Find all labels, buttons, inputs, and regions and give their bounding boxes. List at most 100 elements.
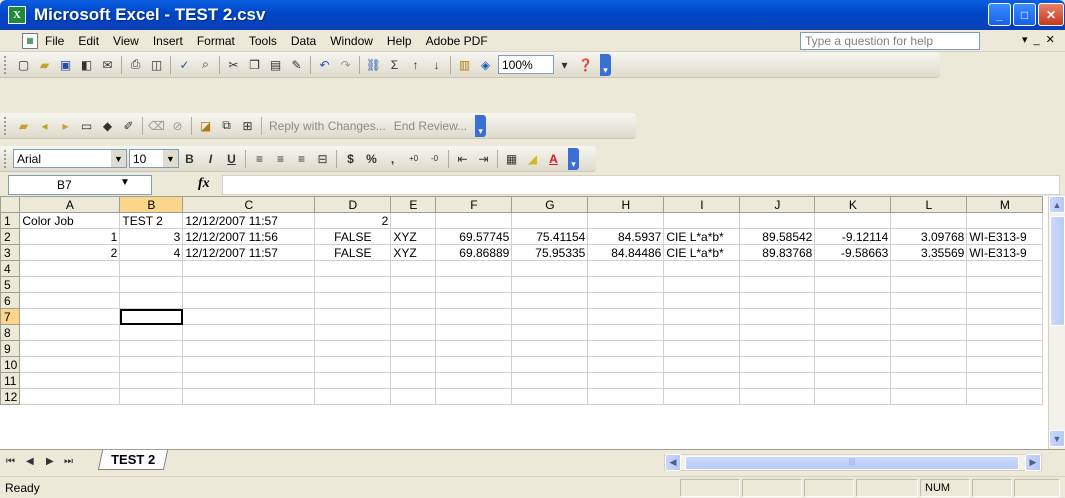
cell-i8[interactable]: [663, 324, 741, 341]
cell-f10[interactable]: [435, 356, 513, 373]
menu-insert[interactable]: Insert: [146, 34, 190, 48]
row-header[interactable]: 3: [0, 244, 21, 261]
column-header-i[interactable]: I: [663, 196, 741, 213]
cell-i10[interactable]: [663, 356, 741, 373]
row-header[interactable]: 8: [0, 324, 21, 341]
cell-e4[interactable]: [390, 260, 437, 277]
cell-d10[interactable]: [314, 356, 392, 373]
document-icon[interactable]: ▦: [22, 32, 38, 49]
maximize-button[interactable]: □: [1013, 3, 1036, 26]
print-icon[interactable]: ⎙: [126, 56, 145, 74]
cell-g7[interactable]: [511, 308, 589, 325]
cell-h4[interactable]: [587, 260, 665, 277]
cell-c6[interactable]: [182, 292, 316, 309]
cell-j11[interactable]: [739, 372, 816, 389]
previous-comment-icon[interactable]: ◂: [35, 117, 54, 135]
cell-l3[interactable]: 3.35569: [890, 244, 968, 261]
menu-tools[interactable]: Tools: [242, 34, 284, 48]
column-header-a[interactable]: A: [19, 196, 121, 213]
cell-c11[interactable]: [182, 372, 316, 389]
cell-l1[interactable]: [890, 212, 968, 229]
cell-m3[interactable]: WI-E313-9: [966, 244, 1044, 261]
cell-h12[interactable]: [587, 388, 665, 405]
cell-j5[interactable]: [739, 276, 816, 293]
paste-icon[interactable]: ▤: [266, 56, 285, 74]
cell-m7[interactable]: [966, 308, 1044, 325]
cell-c12[interactable]: [182, 388, 316, 405]
align-center-icon[interactable]: ≡: [271, 150, 290, 168]
delete-comment-icon[interactable]: ⌫: [147, 117, 166, 135]
toolbar-grip[interactable]: [4, 116, 9, 135]
open-icon[interactable]: ▰: [35, 56, 54, 74]
sheet-tab-test-2[interactable]: TEST 2: [97, 450, 169, 470]
cell-f7[interactable]: [435, 308, 513, 325]
cell-k10[interactable]: [814, 356, 892, 373]
row-header[interactable]: 2: [0, 228, 21, 245]
toolbar-options-icon[interactable]: ▾: [475, 114, 487, 137]
cell-k4[interactable]: [814, 260, 892, 277]
hyperlink-icon[interactable]: ⛓: [364, 56, 383, 74]
cell-g5[interactable]: [511, 276, 589, 293]
cell-a9[interactable]: [19, 340, 121, 357]
menu-view[interactable]: View: [106, 34, 146, 48]
new-comment-icon[interactable]: ▰: [14, 117, 33, 135]
cell-l2[interactable]: 3.09768: [890, 228, 968, 245]
save-icon[interactable]: ▣: [56, 56, 75, 74]
row-header[interactable]: 1: [0, 212, 21, 229]
cell-h2[interactable]: 84.5937: [587, 228, 665, 245]
cell-h7[interactable]: [587, 308, 665, 325]
cell-a1[interactable]: Color Job: [19, 212, 121, 229]
cell-k2[interactable]: -9.12114: [814, 228, 892, 245]
cell-l12[interactable]: [890, 388, 968, 405]
cell-e6[interactable]: [390, 292, 437, 309]
chevron-down-icon[interactable]: ▼: [120, 177, 130, 188]
cell-i9[interactable]: [663, 340, 741, 357]
permission-icon[interactable]: ◧: [77, 56, 96, 74]
cell-b4[interactable]: [119, 260, 184, 277]
chart-wizard-icon[interactable]: ▥: [455, 56, 474, 74]
cell-k6[interactable]: [814, 292, 892, 309]
column-header-c[interactable]: C: [182, 196, 316, 213]
italic-icon[interactable]: I: [201, 150, 220, 168]
cell-k12[interactable]: [814, 388, 892, 405]
row-header[interactable]: 6: [0, 292, 21, 309]
cell-e7[interactable]: [390, 308, 437, 325]
cell-m12[interactable]: [966, 388, 1044, 405]
sort-descending-icon[interactable]: ↓: [427, 56, 446, 74]
cell-j3[interactable]: 89.83768: [739, 244, 816, 261]
autosum-icon[interactable]: Σ: [385, 56, 404, 74]
cell-b8[interactable]: [119, 324, 184, 341]
cell-f11[interactable]: [435, 372, 513, 389]
cell-j8[interactable]: [739, 324, 816, 341]
row-header[interactable]: 4: [0, 260, 21, 277]
cell-c7[interactable]: [182, 308, 316, 325]
cell-a11[interactable]: [19, 372, 121, 389]
cell-c8[interactable]: [182, 324, 316, 341]
cell-g9[interactable]: [511, 340, 589, 357]
spelling-icon[interactable]: ✓: [175, 56, 194, 74]
cell-l10[interactable]: [890, 356, 968, 373]
cell-b6[interactable]: [119, 292, 184, 309]
cell-g11[interactable]: [511, 372, 589, 389]
cell-m11[interactable]: [966, 372, 1044, 389]
cell-e11[interactable]: [390, 372, 437, 389]
font-size-select[interactable]: 10 ▼: [129, 149, 179, 168]
cell-e12[interactable]: [390, 388, 437, 405]
previous-sheet-icon[interactable]: ◀: [26, 456, 34, 467]
cell-i3[interactable]: CIE L*a*b*: [663, 244, 741, 261]
cell-m2[interactable]: WI-E313-9: [966, 228, 1044, 245]
cell-g6[interactable]: [511, 292, 589, 309]
column-header-m[interactable]: M: [966, 196, 1044, 213]
share-workbook-icon[interactable]: ⧉: [217, 117, 236, 135]
cell-k11[interactable]: [814, 372, 892, 389]
cell-f5[interactable]: [435, 276, 513, 293]
email-icon[interactable]: ✉: [98, 56, 117, 74]
menu-adobe-pdf[interactable]: Adobe PDF: [419, 34, 495, 48]
cell-k3[interactable]: -9.58663: [814, 244, 892, 261]
currency-icon[interactable]: $: [341, 150, 360, 168]
cell-f3[interactable]: 69.86889: [435, 244, 513, 261]
toolbar-options-icon[interactable]: ▾: [568, 147, 579, 170]
undo-icon[interactable]: ↶: [315, 56, 334, 74]
cell-d3[interactable]: FALSE: [314, 244, 392, 261]
cell-m4[interactable]: [966, 260, 1044, 277]
